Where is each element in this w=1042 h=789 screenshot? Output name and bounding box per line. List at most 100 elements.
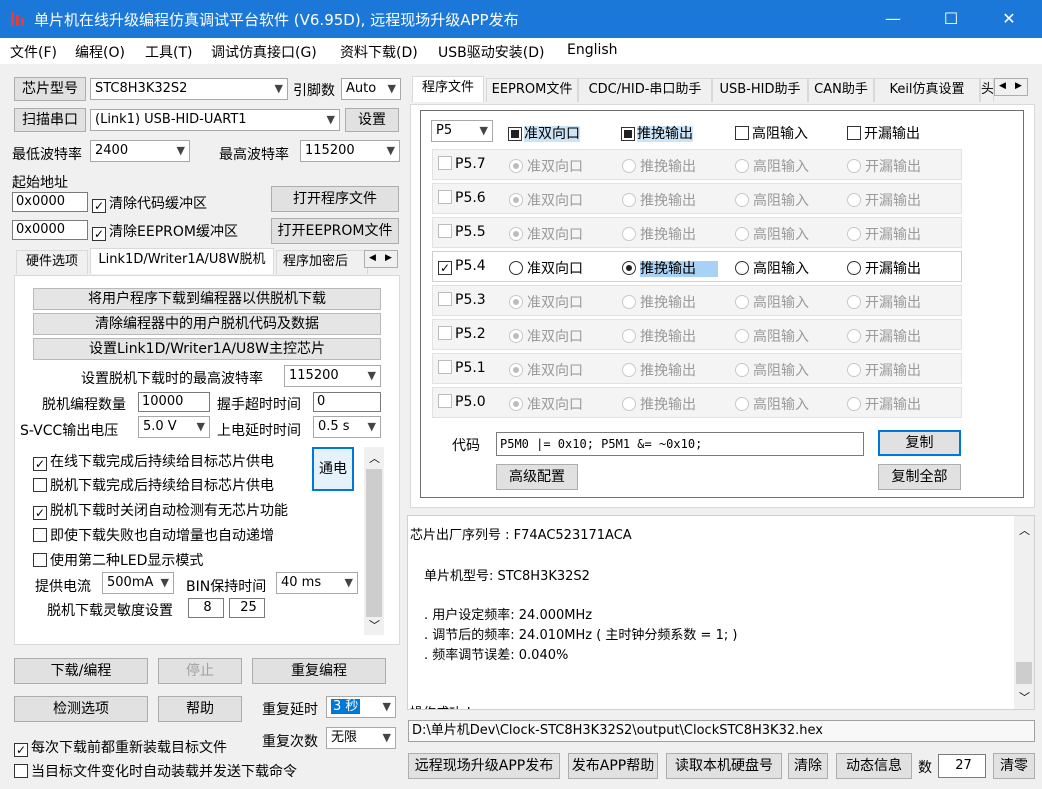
set-master-chip-button[interactable]: 设置Link1D/Writer1A/U8W主控芯片 <box>33 338 381 360</box>
help-button[interactable]: 帮助 <box>158 696 242 722</box>
pin-mode-radio[interactable]: 准双向口 <box>509 190 605 210</box>
pin-enable-checkbox[interactable]: P5.6 <box>438 190 486 206</box>
tab-link1d-offline[interactable]: Link1D/Writer1A/U8W脱机 <box>90 248 274 274</box>
publish-app-help-button[interactable]: 发布APP帮助 <box>568 753 658 779</box>
read-disk-id-button[interactable]: 读取本机硬盘号 <box>666 753 782 779</box>
pin-mode-radio[interactable]: 高阻输入 <box>735 224 831 244</box>
arrow-right-icon[interactable]: ▶ <box>385 253 392 263</box>
download-program-button[interactable]: 下载/编程 <box>14 658 148 684</box>
menu-program[interactable]: 编程(O) <box>75 42 125 62</box>
pin-mode-radio[interactable]: 高阻输入 <box>735 258 831 278</box>
clear-programmer-button[interactable]: 清除编程器中的用户脱机代码及数据 <box>33 313 381 335</box>
download-to-programmer-button[interactable]: 将用户程序下载到编程器以供脱机下载 <box>33 288 381 310</box>
log-scrollbar[interactable]: ︿ ﹀ <box>1014 516 1034 709</box>
pin-enable-checkbox[interactable]: P5.0 <box>438 394 486 410</box>
pin-mode-radio[interactable]: 高阻输入 <box>735 326 831 346</box>
pin-enable-checkbox[interactable]: ✓ P5.4 <box>438 258 486 275</box>
menu-usb-driver[interactable]: USB驱动安装(D) <box>438 42 544 62</box>
pin-mode-radio[interactable]: 推挽输出 <box>622 394 718 414</box>
repeat-count-select[interactable]: 无限 ▼ <box>326 727 396 749</box>
sensitivity-input-1[interactable]: 8 <box>188 598 224 618</box>
maximize-button[interactable]: ☐ <box>928 0 974 38</box>
clear-code-checkbox[interactable]: ✓ 清除代码缓冲区 <box>92 193 207 213</box>
eeprom-address-input[interactable]: 0x0000 <box>12 220 88 240</box>
advanced-config-button[interactable]: 高级配置 <box>496 464 578 490</box>
pin-mode-radio[interactable]: 高阻输入 <box>735 292 831 312</box>
auto-send-checkbox[interactable]: 当目标文件变化时自动装载并发送下载命令 <box>14 761 297 781</box>
pin-mode-radio[interactable]: 准双向口 <box>509 326 605 346</box>
pin-mode-radio[interactable]: 高阻输入 <box>735 190 831 210</box>
stop-button[interactable]: 停止 <box>158 658 242 684</box>
all-high-impedance-checkbox[interactable]: 高阻输入 <box>735 123 808 143</box>
count-field[interactable]: 27 <box>938 754 986 778</box>
repeat-program-button[interactable]: 重复编程 <box>252 658 386 684</box>
settings-button[interactable]: 设置 <box>345 108 399 132</box>
start-address-input[interactable]: 0x0000 <box>12 192 88 212</box>
tab-scroll-arrows[interactable]: ◀ ▶ <box>994 78 1028 96</box>
pin-mode-radio[interactable]: 准双向口 <box>509 360 605 380</box>
arrow-right-icon[interactable]: ▶ <box>1015 81 1022 91</box>
tab-keil-sim[interactable]: Keil仿真设置 <box>874 78 980 102</box>
power-on-button[interactable]: 通电 <box>312 447 354 491</box>
remote-upgrade-publish-button[interactable]: 远程现场升级APP发布 <box>408 753 560 779</box>
pin-mode-radio[interactable]: 高阻输入 <box>735 360 831 380</box>
chip-model-select[interactable]: STC8H3K32S2 ▼ <box>90 78 288 100</box>
pin-enable-checkbox[interactable]: P5.3 <box>438 292 486 308</box>
scroll-up-icon[interactable]: ︿ <box>369 450 380 466</box>
pin-enable-checkbox[interactable]: P5.7 <box>438 156 486 172</box>
clear-log-button[interactable]: 清除 <box>788 753 828 779</box>
options-scrollbar[interactable]: ︿ ﹀ <box>364 447 384 635</box>
repeat-delay-select[interactable]: 3 秒 ▼ <box>326 696 396 718</box>
scroll-down-icon[interactable]: ﹀ <box>369 617 380 633</box>
tab-more[interactable]: 头 <box>980 78 994 102</box>
pin-mode-radio[interactable]: 准双向口 <box>509 292 605 312</box>
pin-mode-radio[interactable]: 开漏输出 <box>847 394 943 414</box>
offline-max-baud-select[interactable]: 115200 ▼ <box>284 365 381 387</box>
chip-model-button[interactable]: 芯片型号 <box>14 77 86 101</box>
all-quasi-bidir-checkbox[interactable]: 准双向口 <box>508 123 580 143</box>
pin-mode-radio[interactable]: 开漏输出 <box>847 360 943 380</box>
supply-current-select[interactable]: 500mA ▼ <box>102 572 174 594</box>
sensitivity-input-2[interactable]: 25 <box>229 598 265 618</box>
max-baud-select[interactable]: 115200 ▼ <box>300 140 400 162</box>
pin-mode-radio[interactable]: 推挽输出 <box>622 360 718 380</box>
all-push-pull-checkbox[interactable]: 推挽输出 <box>621 123 693 143</box>
option-disable-detect-checkbox[interactable]: ✓ 脱机下载时关闭自动检测有无芯片功能 <box>33 500 288 520</box>
open-program-file-button[interactable]: 打开程序文件 <box>271 186 399 212</box>
pin-count-select[interactable]: Auto ▼ <box>341 78 401 100</box>
pin-mode-radio[interactable]: 开漏输出 <box>847 224 943 244</box>
option-online-power-checkbox[interactable]: ✓ 在线下载完成后持续给目标芯片供电 <box>33 451 274 471</box>
scroll-thumb[interactable] <box>1016 662 1032 684</box>
tab-program-encryption[interactable]: 程序加密后 <box>276 250 368 274</box>
output-log[interactable]: 芯片出厂序列号 : F74AC523171ACA 单片机型号: STC8H3K3… <box>407 515 1035 710</box>
menu-downloads[interactable]: 资料下载(D) <box>340 42 418 62</box>
option-led-mode-checkbox[interactable]: 使用第二种LED显示模式 <box>33 550 203 570</box>
tab-can-helper[interactable]: CAN助手 <box>808 78 874 102</box>
clear-eeprom-checkbox[interactable]: ✓ 清除EEPROM缓冲区 <box>92 221 238 241</box>
menu-english[interactable]: English <box>567 42 618 58</box>
option-auto-increment-checkbox[interactable]: 即使下载失败也自动增量也自动递增 <box>33 525 274 545</box>
code-output-field[interactable]: P5M0 |= 0x10; P5M1 &= ~0x10; <box>496 432 864 456</box>
open-eeprom-file-button[interactable]: 打开EEPROM文件 <box>271 218 399 244</box>
copy-all-button[interactable]: 复制全部 <box>878 464 961 490</box>
pin-mode-radio[interactable]: 推挽输出 <box>622 292 718 312</box>
pin-mode-radio[interactable]: 推挽输出 <box>622 156 718 176</box>
menu-file[interactable]: 文件(F) <box>10 42 57 62</box>
scroll-thumb[interactable] <box>366 469 382 617</box>
copy-button[interactable]: 复制 <box>878 430 961 456</box>
pin-mode-radio[interactable]: 准双向口 <box>509 156 605 176</box>
pin-enable-checkbox[interactable]: P5.5 <box>438 224 486 240</box>
pin-mode-radio[interactable]: 推挽输出 <box>622 224 718 244</box>
poweron-delay-select[interactable]: 0.5 s ▼ <box>313 416 381 438</box>
arrow-left-icon[interactable]: ◀ <box>369 253 376 263</box>
pin-mode-radio[interactable]: 开漏输出 <box>847 258 943 278</box>
file-path-field[interactable]: D:\单片机Dev\Clock-STC8H3K32S2\output\Clock… <box>408 720 1035 742</box>
pin-mode-radio[interactable]: 开漏输出 <box>847 326 943 346</box>
pin-mode-radio[interactable]: 准双向口 <box>509 394 605 414</box>
pin-mode-radio[interactable]: 高阻输入 <box>735 394 831 414</box>
tab-program-file[interactable]: 程序文件 <box>412 76 484 102</box>
pin-mode-radio[interactable]: 准双向口 <box>509 224 605 244</box>
pin-mode-radio[interactable]: 开漏输出 <box>847 190 943 210</box>
menu-tools[interactable]: 工具(T) <box>145 42 192 62</box>
pin-enable-checkbox[interactable]: P5.2 <box>438 326 486 342</box>
